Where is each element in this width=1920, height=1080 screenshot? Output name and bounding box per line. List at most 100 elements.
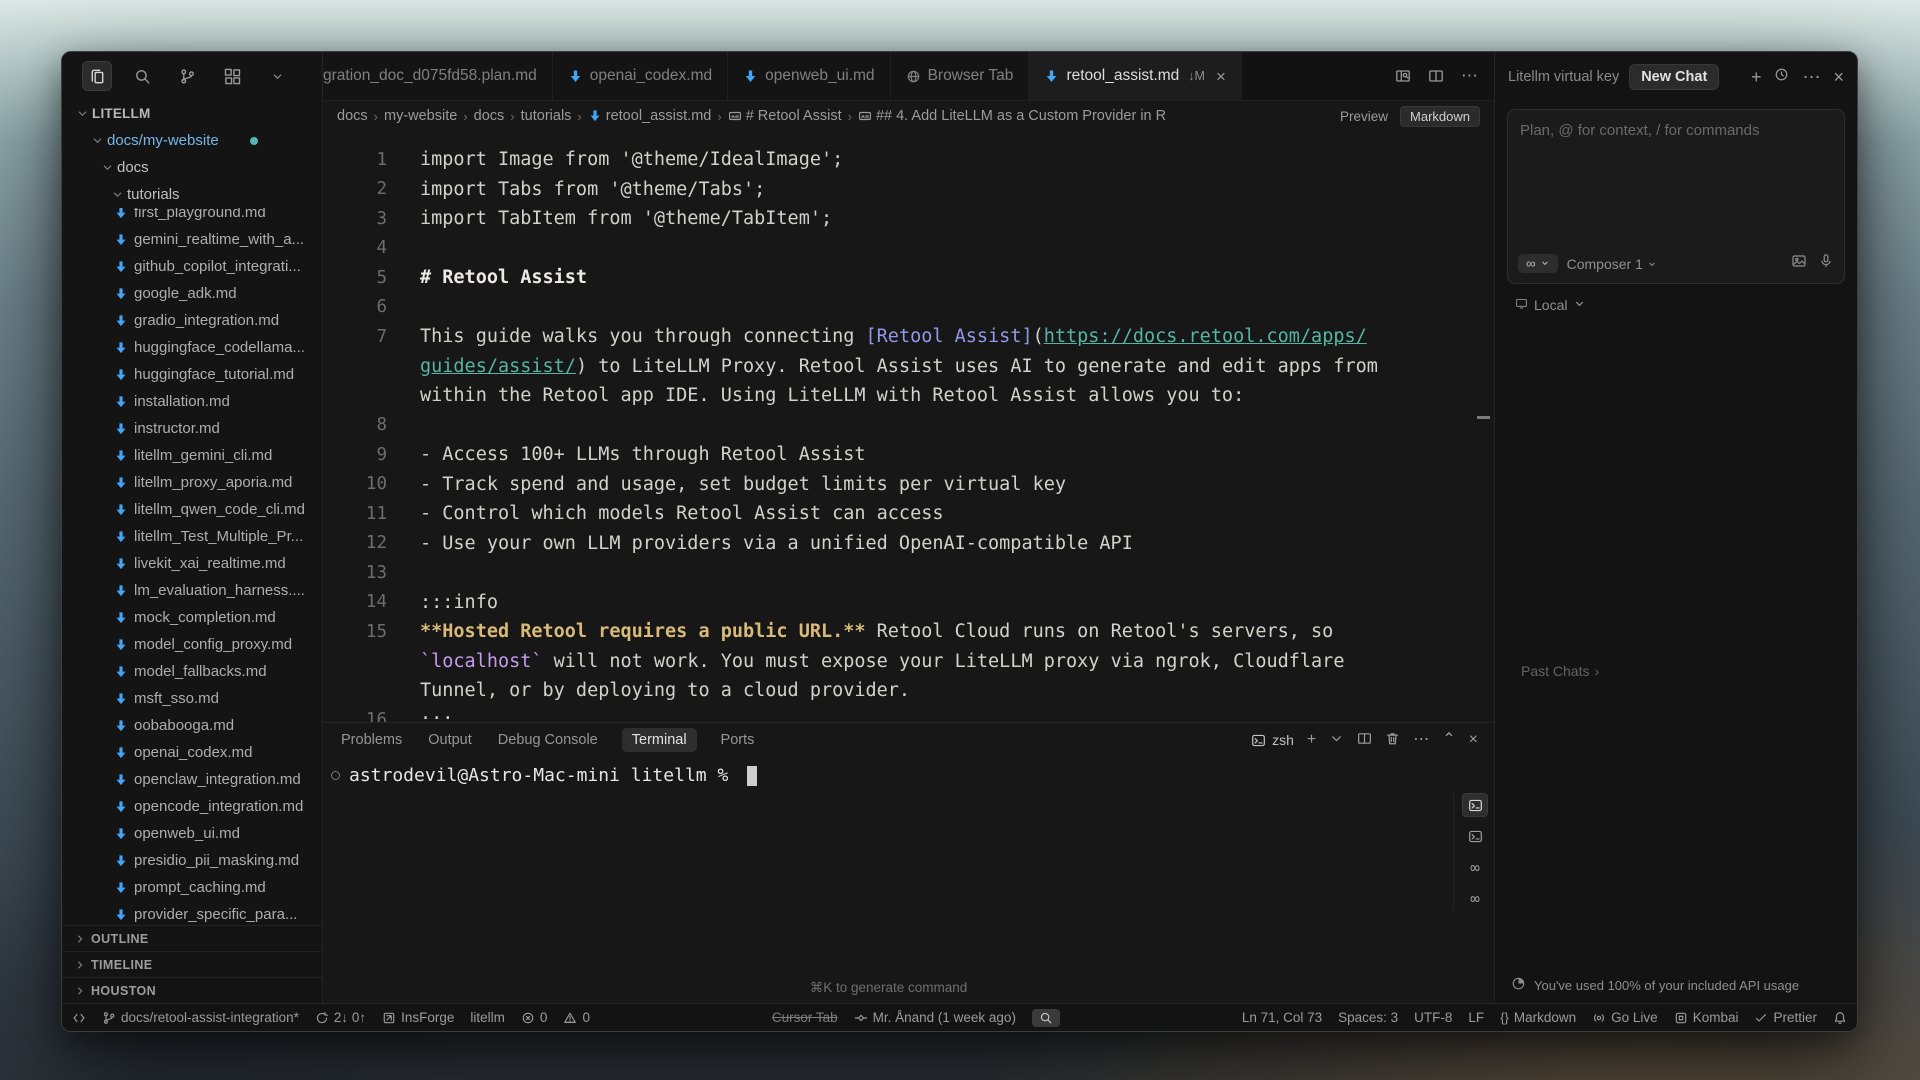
tree-file-item[interactable]: presidio_pii_masking.md xyxy=(62,847,322,874)
infinity-icon[interactable]: ∞ xyxy=(1462,855,1488,879)
editor-tab[interactable]: Browser Tab xyxy=(891,52,1030,100)
terminal-body[interactable]: astrodevil@Astro-Mac-mini litellm % ⌘K t… xyxy=(323,757,1494,1003)
agent-location-selector[interactable]: Local xyxy=(1515,297,1857,313)
more-actions-icon[interactable]: ⋯ xyxy=(1461,66,1478,86)
code-editor[interactable]: 1import Image from '@theme/IdealImage';2… xyxy=(323,131,1494,722)
close-panel-icon[interactable]: × xyxy=(1469,732,1478,748)
infinity-icon[interactable]: ∞ xyxy=(1462,886,1488,910)
terminal-tab-debug-console[interactable]: Debug Console xyxy=(496,728,600,752)
indentation[interactable]: Spaces: 3 xyxy=(1338,1010,1398,1025)
tree-file-item[interactable]: mock_completion.md xyxy=(62,604,322,631)
problems-errors[interactable]: 0 xyxy=(521,1010,548,1025)
editor-tab[interactable]: openai_codex.md xyxy=(553,52,728,100)
kombai[interactable]: Kombai xyxy=(1674,1010,1739,1025)
history-icon[interactable] xyxy=(1774,67,1789,87)
tree-file-item[interactable]: litellm_proxy_aporia.md xyxy=(62,469,322,496)
terminal-tab-ports[interactable]: Ports xyxy=(719,728,757,752)
model-mode-selector[interactable]: ∞ xyxy=(1518,254,1558,273)
tree-file-item[interactable]: installation.md xyxy=(62,388,322,415)
remote-indicator[interactable] xyxy=(72,1011,86,1025)
tree-file-item[interactable]: opencode_integration.md xyxy=(62,793,322,820)
tree-file-item[interactable]: huggingface_codellama... xyxy=(62,334,322,361)
tree-file-item[interactable]: msft_sso.md xyxy=(62,685,322,712)
tree-file-item[interactable]: prompt_caching.md xyxy=(62,874,322,901)
more-actions-icon[interactable]: ⋯ xyxy=(1802,68,1820,86)
terminal-icon[interactable] xyxy=(1462,793,1488,817)
close-icon[interactable]: × xyxy=(1216,68,1226,85)
maximize-panel-icon[interactable]: ⌃ xyxy=(1442,732,1455,748)
terminal-tab-terminal[interactable]: Terminal xyxy=(622,728,697,752)
open-preview-icon[interactable] xyxy=(1395,68,1411,84)
search-toggle[interactable] xyxy=(1032,1009,1060,1027)
split-editor-icon[interactable] xyxy=(1357,731,1372,750)
editor-tab[interactable]: gration_doc_d075fd58.plan.md xyxy=(323,52,553,100)
go-live[interactable]: Go Live xyxy=(1592,1010,1658,1025)
cursor-position[interactable]: Ln 71, Col 73 xyxy=(1242,1010,1322,1025)
tree-folder[interactable]: tutorials xyxy=(62,181,322,208)
tree-file-item[interactable]: openclaw_integration.md xyxy=(62,766,322,793)
notifications[interactable] xyxy=(1833,1011,1847,1025)
tree-file-item[interactable]: model_config_proxy.md xyxy=(62,631,322,658)
encoding[interactable]: UTF-8 xyxy=(1414,1010,1452,1025)
litellm-status[interactable]: litellm xyxy=(470,1010,505,1025)
tree-file-item[interactable]: github_copilot_integrati... xyxy=(62,253,322,280)
sidebar-section-houston[interactable]: HOUSTON xyxy=(62,977,322,1003)
sidebar-section-timeline[interactable]: TIMELINE xyxy=(62,951,322,977)
past-chats[interactable]: Past Chats › xyxy=(1521,663,1599,679)
trash-icon[interactable] xyxy=(1385,731,1400,750)
shell-selector[interactable]: zsh xyxy=(1251,732,1294,748)
tree-file-item[interactable]: litellm_gemini_cli.md xyxy=(62,442,322,469)
image-attach-icon[interactable] xyxy=(1791,253,1807,274)
chat-tab-new-chat[interactable]: New Chat xyxy=(1629,64,1719,90)
tree-file-item[interactable]: openai_codex.md xyxy=(62,739,322,766)
breadcrumb-item[interactable]: docs xyxy=(474,108,505,124)
new-terminal-icon[interactable]: + xyxy=(1307,732,1316,748)
tree-file-item[interactable]: gradio_integration.md xyxy=(62,307,322,334)
breadcrumb-item[interactable]: docs xyxy=(337,108,368,124)
tree-file-item[interactable]: livekit_xai_realtime.md xyxy=(62,550,322,577)
composer-selector[interactable]: Composer 1 xyxy=(1567,256,1657,272)
terminal-tab-output[interactable]: Output xyxy=(426,728,474,752)
tree-file-item[interactable]: first_playground.md xyxy=(62,208,322,226)
tree-file-item[interactable]: gemini_realtime_with_a... xyxy=(62,226,322,253)
breadcrumb-item[interactable]: tutorials xyxy=(521,108,572,124)
terminal-icon[interactable] xyxy=(1462,824,1488,848)
tree-file-item[interactable]: google_adk.md xyxy=(62,280,322,307)
breadcrumb-item[interactable]: my-website xyxy=(384,108,457,124)
breadcrumb-item[interactable]: # Retool Assist xyxy=(728,108,842,124)
tree-file-item[interactable]: litellm_Test_Multiple_Pr... xyxy=(62,523,322,550)
insforge[interactable]: InsForge xyxy=(382,1010,454,1025)
tree-file-item[interactable]: model_fallbacks.md xyxy=(62,658,322,685)
chat-tab-previous[interactable]: Litellm virtual key xyxy=(1508,69,1619,85)
editor-tab[interactable]: retool_assist.md↓M× xyxy=(1029,52,1241,100)
tree-file-item[interactable]: openweb_ui.md xyxy=(62,820,322,847)
language-mode[interactable]: {}Markdown xyxy=(1500,1010,1576,1025)
tree-file-item[interactable]: litellm_qwen_code_cli.md xyxy=(62,496,322,523)
terminal-tab-problems[interactable]: Problems xyxy=(339,728,404,752)
chevron-down-icon[interactable] xyxy=(1329,731,1344,750)
prettier[interactable]: Prettier xyxy=(1754,1010,1817,1025)
tree-file-item[interactable]: huggingface_tutorial.md xyxy=(62,361,322,388)
preview-button[interactable]: Preview xyxy=(1340,109,1388,124)
activity-source-control-icon[interactable] xyxy=(172,61,202,91)
git-branch[interactable]: docs/retool-assist-integration* xyxy=(102,1010,299,1025)
split-editor-icon[interactable] xyxy=(1428,68,1444,84)
editor-tab[interactable]: openweb_ui.md xyxy=(728,52,890,100)
activity-files-icon[interactable] xyxy=(82,61,112,91)
tree-file-item[interactable]: oobabooga.md xyxy=(62,712,322,739)
tree-file-item[interactable]: lm_evaluation_harness.... xyxy=(62,577,322,604)
activity-extensions-icon[interactable] xyxy=(217,61,247,91)
tree-file-item[interactable]: instructor.md xyxy=(62,415,322,442)
chat-input[interactable]: Plan, @ for context, / for commands ∞ Co… xyxy=(1507,109,1845,284)
tree-file-item[interactable]: provider_specific_para... xyxy=(62,901,322,925)
git-blame[interactable]: Mr. Ånand (1 week ago) xyxy=(854,1010,1016,1025)
activity-search-icon[interactable] xyxy=(127,61,157,91)
breadcrumb-item[interactable]: ## 4. Add LiteLLM as a Custom Provider i… xyxy=(858,108,1166,124)
sidebar-section-outline[interactable]: OUTLINE xyxy=(62,925,322,951)
git-sync[interactable]: 2↓ 0↑ xyxy=(315,1010,366,1025)
problems-warnings[interactable]: 0 xyxy=(563,1010,590,1025)
eol[interactable]: LF xyxy=(1468,1010,1484,1025)
cursor-tab-toggle[interactable]: Cursor Tab xyxy=(772,1010,838,1025)
breadcrumb-item[interactable]: retool_assist.md xyxy=(588,108,712,124)
activity-chevron-down-icon[interactable] xyxy=(262,61,292,91)
